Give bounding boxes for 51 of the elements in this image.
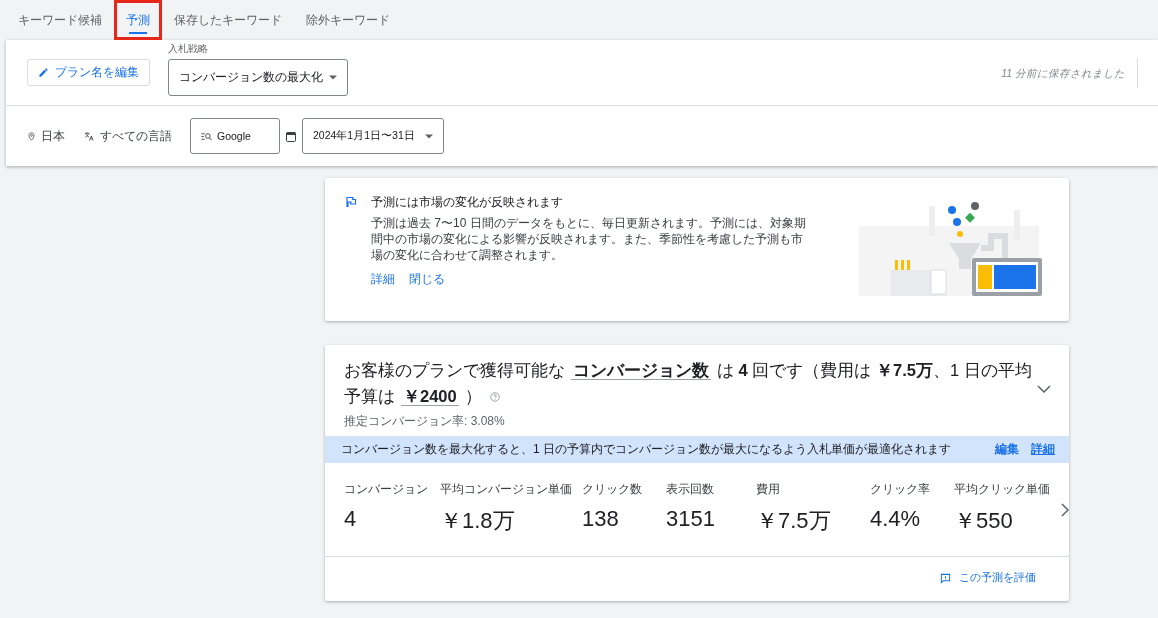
metric-value: 138: [582, 506, 619, 532]
metric-value: 4.4%: [870, 506, 921, 532]
tab[interactable]: 除外キーワード: [294, 0, 402, 40]
notice-text: 予測は過去 7〜10 日間のデータをもとに、毎日更新されます。予測には、対象期間中の市場の変化による影響が反映されます。また、季節性を考慮した予測も市場の変化に合わせて調整されます。: [371, 215, 807, 263]
highlight-frame: [114, 0, 162, 40]
dropdown-arrow-icon: [329, 74, 337, 80]
date-range-select[interactable]: 2024年1月1日〜31日: [302, 118, 444, 154]
metric-value: ￥550: [954, 507, 1013, 535]
calendar-icon: [286, 130, 296, 142]
help-icon: [489, 392, 500, 402]
tab[interactable]: 保存したキーワード: [162, 0, 294, 40]
banner-text: コンバージョン数を最大化すると、1 日の予算内でコンバージョン数が最大になるよう入札単価が最適化されます: [341, 441, 952, 458]
rate-forecast-button[interactable]: この予測を評価: [934, 570, 1042, 586]
network-select[interactable]: Google: [190, 118, 280, 154]
feedback-icon: [940, 572, 951, 584]
metric-label: クリック数: [582, 481, 642, 498]
banner-link[interactable]: 編集: [995, 441, 1019, 458]
location-filter[interactable]: 日本: [27, 127, 65, 145]
forecast-headline: お客様のプランで獲得可能な コンバージョン数 は 4 回です（費用は ￥7.5万、1 日の平均予算は ￥2400 ）: [344, 360, 1033, 408]
notice-title: 予測には市場の変化が反映されます: [371, 194, 564, 211]
metric-value: ￥1.8万: [440, 507, 515, 535]
metric-label: 費用: [756, 481, 780, 498]
banner-link[interactable]: 詳細: [1031, 441, 1055, 458]
saved-status: 11 分前に保存されました: [1001, 57, 1138, 88]
language-filter[interactable]: すべての言語: [83, 127, 172, 145]
tab[interactable]: 予測: [114, 0, 162, 40]
notice-link[interactable]: 閉じる: [409, 271, 445, 288]
dropdown-arrow-icon: [425, 133, 433, 139]
bid-strategy-select[interactable]: コンバージョン数の最大化: [168, 58, 348, 96]
metric-value: ￥7.5万: [756, 507, 831, 535]
metric-value: 3151: [666, 506, 715, 532]
metric-select[interactable]: ￥2400: [401, 387, 459, 406]
tab[interactable]: キーワード候補: [6, 0, 114, 40]
field-label: 入札戦略: [168, 41, 209, 56]
location-pin-icon: [27, 130, 36, 142]
metric-value: 4: [344, 506, 357, 532]
edit-plan-button[interactable]: プラン名を編集: [27, 59, 150, 86]
flag-icon: [345, 196, 357, 208]
expand-icon[interactable]: [1037, 385, 1051, 393]
metric-select[interactable]: コンバージョン数: [571, 361, 711, 380]
metric-label: 表示回数: [666, 481, 714, 498]
translate-icon: [83, 130, 95, 142]
next-icon[interactable]: [1060, 502, 1069, 517]
metric-label: クリック率: [870, 481, 930, 498]
pencil-icon: [38, 67, 49, 78]
metric-label: 平均クリック単価: [954, 481, 1050, 498]
search-network-icon: [201, 131, 212, 141]
conversion-rate: 推定コンバージョン率: 3.08%: [343, 413, 506, 430]
notice-link[interactable]: 詳細: [371, 271, 395, 288]
metric-label: 平均コンバージョン単価: [440, 481, 572, 498]
metric-label: コンバージョン: [344, 481, 428, 498]
